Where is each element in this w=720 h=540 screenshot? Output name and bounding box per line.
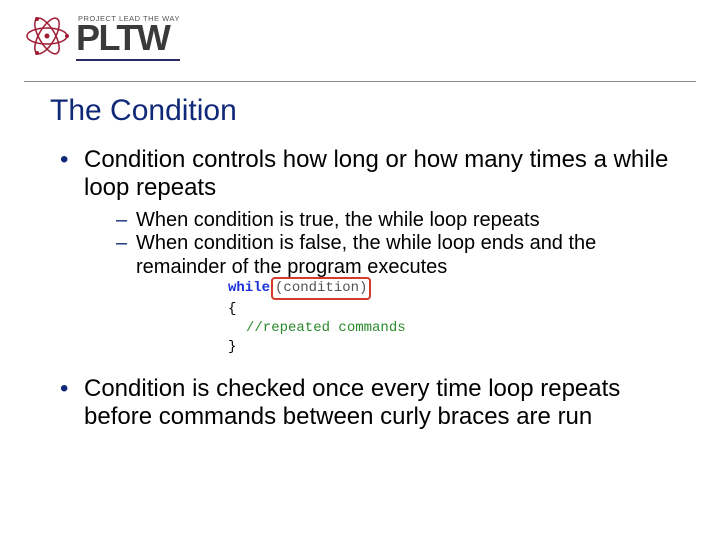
condition-box: (condition) [271,277,371,300]
header-divider [24,81,696,82]
code-line-3: //repeated commands [228,319,448,338]
bullet-2: Condition is checked once every time loo… [60,375,670,432]
sub-bullet-2: When condition is false, the while loop … [116,232,670,279]
code-line-1: while(condition) [228,277,448,300]
sub-bullet-list: When condition is true, the while loop r… [116,209,670,280]
bullet-1-text: Condition controls how long or how many … [84,146,668,201]
code-line-4: } [228,338,448,357]
slide-title: The Condition [50,94,670,128]
logo: PROJECT LEAD THE WAY PLTW [24,10,696,61]
keyword-while: while [228,280,270,296]
code-line-2: { [228,300,448,319]
condition-text: condition [283,280,359,296]
atom-icon [24,14,70,58]
bullet-1: Condition controls how long or how many … [60,146,670,279]
logo-text: PROJECT LEAD THE WAY PLTW [76,14,180,61]
header: PROJECT LEAD THE WAY PLTW [0,0,720,82]
slide: PROJECT LEAD THE WAY PLTW The Condition … [0,0,720,540]
logo-wordmark: PLTW [76,21,180,61]
bullet-list: Condition controls how long or how many … [60,146,670,279]
code-figure: while(condition) { //repeated commands } [228,277,448,357]
code-comment: //repeated commands [246,320,406,336]
bullet-list-2: Condition is checked once every time loo… [60,375,670,432]
sub-bullet-1: When condition is true, the while loop r… [116,209,670,233]
content: The Condition Condition controls how lon… [0,82,720,432]
